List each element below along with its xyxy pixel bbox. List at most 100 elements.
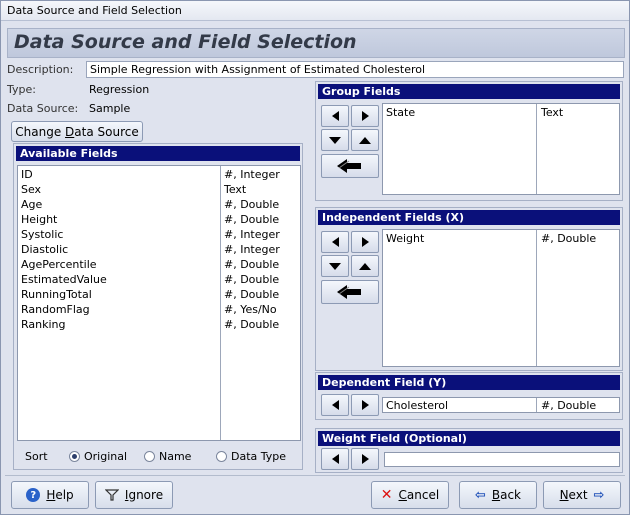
- list-item[interactable]: ID #, Integer: [18, 168, 300, 183]
- field-type: Text: [224, 183, 247, 196]
- cancel-button[interactable]: ✕ Cancel: [371, 481, 449, 509]
- arrow-right-icon: [361, 454, 369, 464]
- group-move-down-button[interactable]: [321, 129, 349, 151]
- field-name: ID: [21, 168, 33, 181]
- column-divider: [536, 398, 537, 412]
- weight-field-title: Weight Field (Optional): [322, 432, 467, 445]
- datasource-label: Data Source:: [7, 102, 79, 115]
- list-item[interactable]: RandomFlag #, Yes/No: [18, 303, 300, 318]
- type-value: Regression: [89, 83, 150, 96]
- list-item[interactable]: AgePercentile #, Double: [18, 258, 300, 273]
- list-item[interactable]: RunningTotal #, Double: [18, 288, 300, 303]
- dependent-field-name: Cholesterol: [386, 399, 449, 412]
- group-remove-all-button[interactable]: [321, 154, 379, 178]
- list-item[interactable]: Height #, Double: [18, 213, 300, 228]
- field-name: RunningTotal: [21, 288, 92, 301]
- independent-fields-header: Independent Fields (X): [318, 210, 620, 225]
- group-fields-header: Group Fields: [318, 84, 620, 99]
- field-type: #, Double: [224, 273, 280, 286]
- weight-field-box[interactable]: [384, 452, 620, 467]
- arrow-right-icon: [361, 400, 369, 410]
- field-type: #, Yes/No: [224, 303, 277, 316]
- field-type: Text: [541, 106, 564, 119]
- dependent-move-left-button[interactable]: [321, 394, 349, 416]
- list-item[interactable]: Systolic #, Integer: [18, 228, 300, 243]
- group-move-right-button[interactable]: [351, 105, 379, 127]
- page-heading: Data Source and Field Selection: [7, 28, 625, 58]
- independent-move-down-button[interactable]: [321, 255, 349, 277]
- group-fields-list[interactable]: State Text: [382, 103, 620, 195]
- description-field[interactable]: Simple Regression with Assignment of Est…: [86, 61, 624, 78]
- page-title: Data Source and Field Selection: [14, 31, 357, 53]
- field-type: #, Double: [541, 232, 597, 245]
- field-type: #, Double: [224, 288, 280, 301]
- weight-move-right-button[interactable]: [351, 448, 379, 470]
- group-fields-title: Group Fields: [322, 85, 401, 98]
- field-name: Age: [21, 198, 43, 211]
- field-name: Systolic: [21, 228, 64, 241]
- arrow-left-icon: [331, 454, 339, 464]
- list-item[interactable]: Weight #, Double: [383, 232, 619, 247]
- independent-fields-list[interactable]: Weight #, Double: [382, 229, 620, 367]
- group-move-left-button[interactable]: [321, 105, 349, 127]
- back-button-label: Back: [491, 488, 522, 502]
- independent-remove-all-button[interactable]: [321, 280, 379, 304]
- field-type: #, Integer: [224, 168, 280, 181]
- field-name: RandomFlag: [21, 303, 90, 316]
- weight-field-header: Weight Field (Optional): [318, 431, 620, 446]
- dependent-field-header: Dependent Field (Y): [318, 375, 620, 390]
- next-button[interactable]: Next ⇨: [543, 481, 621, 509]
- help-icon: ?: [26, 488, 41, 502]
- available-fields-list[interactable]: ID #, Integer Sex Text Age #, Double Height #, …: [17, 165, 301, 441]
- help-button[interactable]: ? Help: [11, 481, 89, 509]
- group-fields-panel: Group Fields State Text: [315, 81, 623, 201]
- field-type: #, Double: [224, 318, 280, 331]
- independent-fields-title: Independent Fields (X): [322, 211, 464, 224]
- column-divider: [536, 230, 537, 366]
- change-data-source-button[interactable]: Change Data Source: [11, 121, 143, 142]
- list-item[interactable]: Ranking #, Double: [18, 318, 300, 333]
- sort-option-name[interactable]: Name: [144, 450, 191, 463]
- dependent-field-box[interactable]: Cholesterol #, Double: [382, 397, 620, 413]
- list-item[interactable]: Diastolic #, Integer: [18, 243, 300, 258]
- group-move-up-button[interactable]: [351, 129, 379, 151]
- field-name: Weight: [386, 232, 425, 245]
- field-name: State: [386, 106, 416, 119]
- available-fields-panel: Available Fields ID #, Integer Sex Text Age #…: [13, 143, 303, 470]
- field-name: Ranking: [21, 318, 66, 331]
- description-label: Description:: [7, 63, 74, 76]
- weight-move-left-button[interactable]: [321, 448, 349, 470]
- arrow-right-icon: [361, 111, 369, 121]
- dependent-move-right-button[interactable]: [351, 394, 379, 416]
- arrow-right-icon: [361, 237, 369, 247]
- ignore-button[interactable]: Ignore: [95, 481, 173, 509]
- arrow-down-icon: [329, 136, 341, 144]
- window-titlebar: Data Source and Field Selection: [1, 1, 629, 21]
- field-type: #, Double: [224, 213, 280, 226]
- list-item[interactable]: EstimatedValue #, Double: [18, 273, 300, 288]
- list-item[interactable]: Age #, Double: [18, 198, 300, 213]
- next-button-label: Next: [559, 488, 588, 502]
- list-item[interactable]: Sex Text: [18, 183, 300, 198]
- sort-option-original[interactable]: Original: [69, 450, 127, 463]
- dependent-field-title: Dependent Field (Y): [322, 376, 447, 389]
- independent-fields-panel: Independent Fields (X) Weight #, Double: [315, 207, 623, 371]
- arrow-left-icon: [331, 400, 339, 410]
- field-type: #, Double: [224, 198, 280, 211]
- independent-move-right-button[interactable]: [351, 231, 379, 253]
- arrow-left-icon: [331, 237, 339, 247]
- weight-field-panel: Weight Field (Optional): [315, 428, 623, 473]
- change-data-source-label: Change Data Source: [15, 124, 139, 139]
- sort-option-data-type[interactable]: Data Type: [216, 450, 286, 463]
- radio-icon: [144, 451, 155, 462]
- description-value: Simple Regression with Assignment of Est…: [90, 63, 426, 76]
- field-type: #, Integer: [224, 228, 280, 241]
- back-button[interactable]: ⇦ Back: [459, 481, 537, 509]
- cancel-button-label: Cancel: [398, 488, 440, 502]
- list-item[interactable]: State Text: [383, 106, 619, 121]
- arrow-up-icon: [359, 262, 371, 270]
- independent-move-up-button[interactable]: [351, 255, 379, 277]
- ignore-button-label: Ignore: [124, 488, 164, 502]
- independent-move-left-button[interactable]: [321, 231, 349, 253]
- arrow-down-icon: [329, 262, 341, 270]
